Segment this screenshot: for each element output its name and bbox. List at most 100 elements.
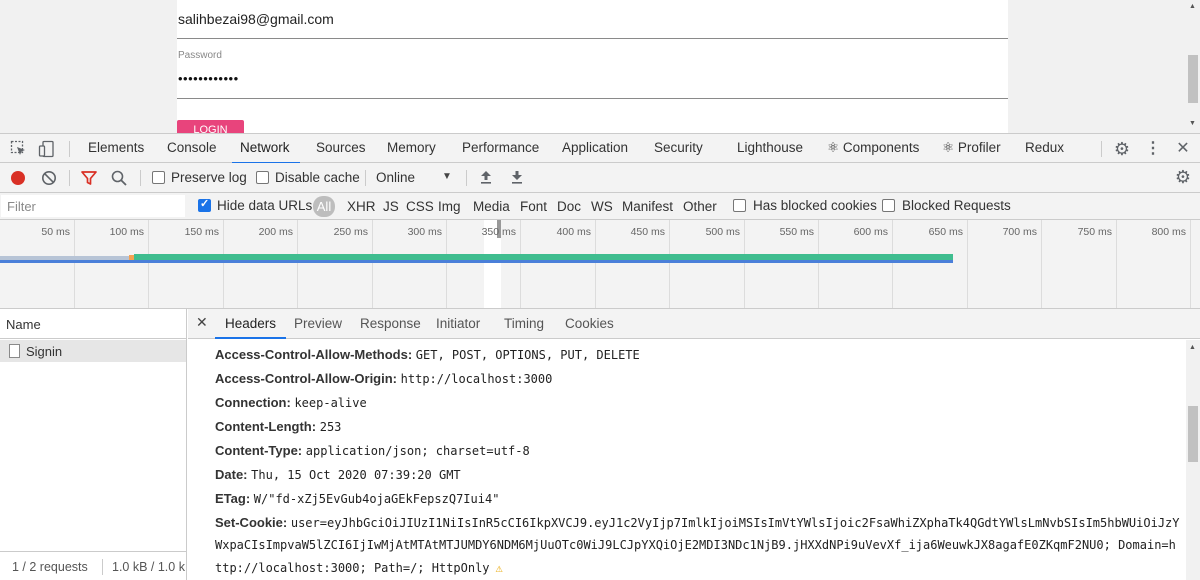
toolbar-divider bbox=[466, 170, 467, 186]
email-field[interactable]: salihbezai98@gmail.com bbox=[178, 11, 334, 27]
timeline-tick-label: 250 ms bbox=[333, 226, 368, 238]
tab-elements[interactable]: Elements bbox=[88, 134, 144, 163]
request-row-signin[interactable]: Signin bbox=[0, 340, 186, 362]
type-filter-js[interactable]: JS bbox=[383, 199, 399, 214]
export-har-icon[interactable] bbox=[508, 168, 526, 186]
more-options-icon[interactable]: ⋮ bbox=[1144, 140, 1162, 158]
clear-icon[interactable] bbox=[40, 169, 58, 187]
toolbar-divider bbox=[69, 141, 70, 157]
network-overview-timeline[interactable]: 50 ms 100 ms 150 ms 200 ms 250 ms 300 ms 350 m… bbox=[0, 220, 1200, 309]
tab-application[interactable]: Application bbox=[562, 134, 628, 163]
import-har-icon[interactable] bbox=[477, 168, 495, 186]
header-row: Set-Cookie: user=eyJhbGciOiJIUzI1NiIsInR… bbox=[215, 515, 1180, 530]
tab-memory[interactable]: Memory bbox=[387, 134, 436, 163]
timeline-tick-label: 100 ms bbox=[109, 226, 144, 238]
disable-cache-checkbox[interactable] bbox=[256, 171, 269, 184]
type-filter-ws[interactable]: WS bbox=[591, 199, 613, 214]
header-row: Access-Control-Allow-Methods: GET, POST,… bbox=[215, 347, 640, 362]
header-row: ETag: W/"fd-xZj5EvGub4ojaGEkFepszQ7Iui4" bbox=[215, 491, 499, 506]
tab-preview[interactable]: Preview bbox=[294, 316, 342, 331]
type-filter-all[interactable]: All bbox=[313, 196, 335, 217]
timeline-tick-label: 750 ms bbox=[1077, 226, 1112, 238]
header-row: Content-Type: application/json; charset=… bbox=[215, 443, 530, 458]
network-status-bar: 1 / 2 requests 1.0 kB / 1.0 kB bbox=[0, 551, 186, 580]
type-filter-media[interactable]: Media bbox=[473, 199, 510, 214]
transferred-size: 1.0 kB / 1.0 kB bbox=[112, 560, 186, 574]
type-filter-manifest[interactable]: Manifest bbox=[622, 199, 673, 214]
tab-timing[interactable]: Timing bbox=[504, 316, 544, 331]
request-details-panel: ✕ Headers Preview Response Initiator Tim… bbox=[188, 309, 1200, 580]
timeline-bar-download bbox=[0, 260, 953, 263]
login-button[interactable]: LOGIN bbox=[177, 120, 244, 133]
password-field[interactable]: •••••••••••• bbox=[178, 71, 239, 86]
tab-cookies[interactable]: Cookies bbox=[565, 316, 614, 331]
has-blocked-cookies-checkbox[interactable] bbox=[733, 199, 746, 212]
page-scrollbar[interactable]: ▲ ▼ bbox=[1186, 0, 1200, 133]
login-form: salihbezai98@gmail.com Password ••••••••… bbox=[177, 0, 1008, 133]
type-filter-other[interactable]: Other bbox=[683, 199, 717, 214]
tab-lighthouse[interactable]: Lighthouse bbox=[737, 134, 803, 163]
filter-input[interactable] bbox=[1, 195, 185, 217]
disable-cache-label: Disable cache bbox=[275, 170, 360, 185]
header-name: Date: bbox=[215, 467, 248, 482]
timeline-gridline bbox=[74, 220, 75, 308]
warning-icon[interactable]: ⚠ bbox=[496, 561, 503, 575]
toolbar-divider bbox=[69, 170, 70, 186]
tab-components[interactable]: ⚛ Components bbox=[827, 134, 919, 163]
filter-icon[interactable] bbox=[80, 169, 98, 187]
scroll-down-icon[interactable]: ▼ bbox=[1189, 120, 1196, 127]
inspect-element-icon[interactable] bbox=[9, 140, 27, 158]
name-column-header[interactable]: Name bbox=[0, 309, 186, 339]
type-filter-xhr[interactable]: XHR bbox=[347, 199, 376, 214]
preserve-log-checkbox[interactable] bbox=[152, 171, 165, 184]
tab-console[interactable]: Console bbox=[167, 134, 217, 163]
hide-data-urls-checkbox[interactable] bbox=[198, 197, 211, 212]
timeline-tick-label: 600 ms bbox=[853, 226, 888, 238]
tab-security[interactable]: Security bbox=[654, 134, 703, 163]
email-field-underline bbox=[177, 38, 1008, 39]
close-details-icon[interactable]: ✕ bbox=[196, 314, 208, 331]
timeline-gridline bbox=[297, 220, 298, 308]
header-value: user=eyJhbGciOiJIUzI1NiIsInR5cCI6IkpXVCJ… bbox=[290, 516, 1180, 530]
header-row: Access-Control-Allow-Origin: http://loca… bbox=[215, 371, 552, 386]
blocked-requests-checkbox[interactable] bbox=[882, 199, 895, 212]
tab-performance[interactable]: Performance bbox=[462, 134, 539, 163]
record-icon[interactable] bbox=[9, 169, 27, 187]
scrollbar-thumb[interactable] bbox=[1188, 55, 1198, 103]
type-filter-doc[interactable]: Doc bbox=[557, 199, 581, 214]
header-value: application/json; charset=utf-8 bbox=[305, 444, 530, 458]
device-toolbar-icon[interactable] bbox=[38, 140, 56, 158]
timeline-gridline bbox=[595, 220, 596, 308]
network-settings-gear-icon[interactable]: ⚙ bbox=[1174, 168, 1192, 186]
settings-gear-icon[interactable]: ⚙ bbox=[1113, 140, 1131, 158]
type-filter-css[interactable]: CSS bbox=[406, 199, 434, 214]
toolbar-divider bbox=[365, 170, 366, 186]
dropdown-arrow-icon[interactable]: ▼ bbox=[442, 171, 452, 182]
tab-network[interactable]: Network bbox=[232, 134, 299, 164]
scroll-up-icon[interactable]: ▲ bbox=[1189, 3, 1196, 10]
details-scrollbar[interactable]: ▲ bbox=[1186, 340, 1200, 580]
request-count: 1 / 2 requests bbox=[12, 560, 88, 574]
tab-profiler[interactable]: ⚛ Profiler bbox=[942, 134, 1001, 163]
name-column-label: Name bbox=[6, 317, 41, 332]
tab-headers[interactable]: Headers bbox=[214, 316, 287, 339]
search-icon[interactable] bbox=[110, 169, 128, 187]
preserve-log-label: Preserve log bbox=[171, 170, 247, 185]
request-name: Signin bbox=[26, 344, 63, 359]
tab-response[interactable]: Response bbox=[360, 316, 421, 331]
scrollbar-thumb[interactable] bbox=[1188, 406, 1198, 462]
tab-redux[interactable]: Redux bbox=[1025, 134, 1064, 163]
type-filter-font[interactable]: Font bbox=[520, 199, 547, 214]
close-devtools-icon[interactable]: ✕ bbox=[1174, 140, 1192, 158]
timeline-tick-label: 200 ms bbox=[258, 226, 293, 238]
header-name: Access-Control-Allow-Origin: bbox=[215, 371, 398, 386]
header-name: Content-Type: bbox=[215, 443, 303, 458]
tab-initiator[interactable]: Initiator bbox=[436, 316, 480, 331]
scroll-up-icon[interactable]: ▲ bbox=[1189, 344, 1196, 351]
header-row: Connection: keep-alive bbox=[215, 395, 367, 410]
header-row: Date: Thu, 15 Oct 2020 07:39:20 GMT bbox=[215, 467, 461, 482]
throttling-select[interactable]: Online bbox=[376, 170, 415, 185]
tab-sources[interactable]: Sources bbox=[316, 134, 366, 163]
response-headers-list: Access-Control-Allow-Methods: GET, POST,… bbox=[188, 340, 1186, 580]
type-filter-img[interactable]: Img bbox=[438, 199, 461, 214]
